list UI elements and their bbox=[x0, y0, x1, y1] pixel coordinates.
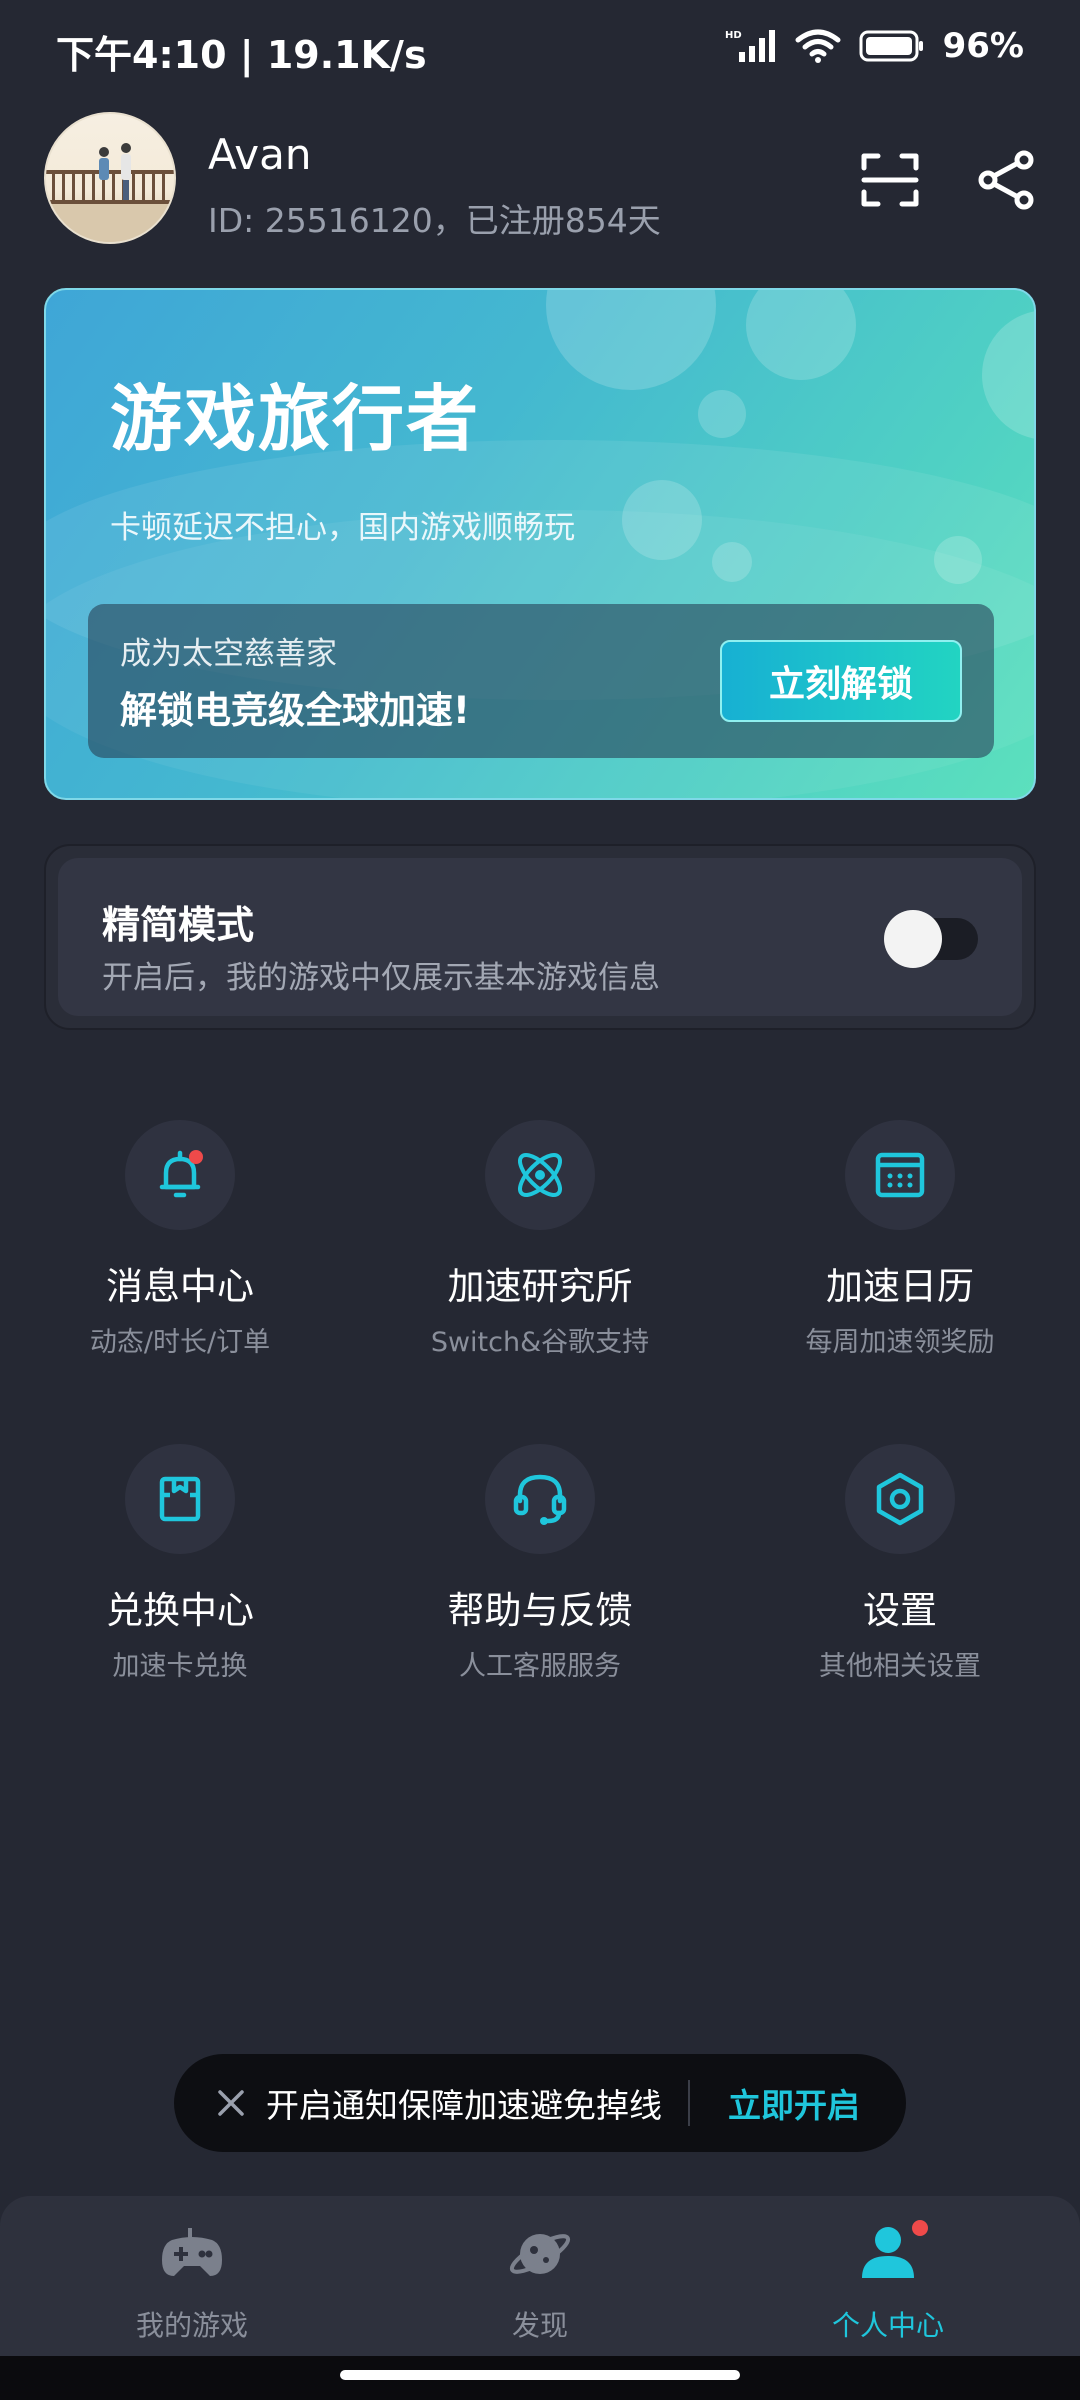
home-indicator[interactable] bbox=[340, 2370, 740, 2380]
promo-line1: 成为太空慈善家 bbox=[120, 636, 337, 672]
toast-text: 开启通知保障加速避免掉线 bbox=[266, 2086, 662, 2125]
banner-bubble bbox=[934, 536, 982, 584]
bottom-nav: 我的游戏 发现 个人中心 bbox=[0, 2196, 1080, 2356]
user-id: ID: 25516120，已注册854天 bbox=[208, 201, 661, 240]
grid-subtitle: 加速卡兑换 bbox=[112, 1651, 248, 1682]
scan-icon[interactable] bbox=[858, 148, 922, 212]
nav-item-profile[interactable]: 个人中心 bbox=[738, 2220, 1038, 2350]
vip-banner[interactable]: 游戏旅行者 卡顿延迟不担心，国内游戏顺畅玩 成为太空慈善家 解锁电竞级全球加速!… bbox=[44, 288, 1036, 800]
banner-bubble bbox=[698, 390, 746, 438]
gift-box-icon bbox=[125, 1444, 235, 1554]
notification-toast: 开启通知保障加速避免掉线 立即开启 bbox=[174, 2054, 906, 2152]
share-icon[interactable] bbox=[974, 148, 1038, 212]
status-icons: HD 96% bbox=[725, 26, 1024, 66]
simple-mode-title: 精简模式 bbox=[102, 903, 255, 947]
grid-item-lab[interactable]: 加速研究所 Switch&谷歌支持 bbox=[390, 1120, 690, 1380]
avatar-illustration bbox=[46, 143, 174, 242]
grid-item-help[interactable]: 帮助与反馈 人工客服服务 bbox=[390, 1444, 690, 1704]
close-icon[interactable] bbox=[214, 2086, 248, 2120]
banner-bubble bbox=[746, 290, 856, 380]
battery-percent: 96% bbox=[942, 26, 1024, 66]
simple-mode-inner: 精简模式 开启后，我的游戏中仅展示基本游戏信息 bbox=[58, 858, 1022, 1016]
simple-mode-toggle[interactable] bbox=[884, 910, 978, 968]
promo-box: 成为太空慈善家 解锁电竞级全球加速! 立刻解锁 bbox=[88, 604, 994, 758]
nav-label: 我的游戏 bbox=[135, 2309, 248, 2342]
grid-item-calendar[interactable]: 加速日历 每周加速领奖励 bbox=[750, 1120, 1050, 1380]
network-badge: HD bbox=[725, 30, 742, 41]
notification-dot bbox=[912, 2220, 928, 2236]
banner-title: 游戏旅行者 bbox=[110, 377, 481, 461]
gamepad-icon bbox=[162, 2228, 222, 2276]
grid-subtitle: 其他相关设置 bbox=[819, 1651, 981, 1682]
grid-item-redeem[interactable]: 兑换中心 加速卡兑换 bbox=[30, 1444, 330, 1704]
atom-icon bbox=[485, 1120, 595, 1230]
grid-title: 设置 bbox=[863, 1589, 937, 1632]
grid-item-messages[interactable]: 消息中心 动态/时长/订单 bbox=[30, 1120, 330, 1380]
nav-label: 个人中心 bbox=[831, 2309, 944, 2342]
promo-line2: 解锁电竞级全球加速! bbox=[120, 689, 470, 732]
avatar[interactable] bbox=[44, 112, 176, 244]
nav-label: 发现 bbox=[511, 2309, 568, 2342]
simple-mode-card: 精简模式 开启后，我的游戏中仅展示基本游戏信息 bbox=[44, 844, 1036, 1030]
nav-item-my-games[interactable]: 我的游戏 bbox=[42, 2220, 342, 2350]
banner-bubble bbox=[712, 542, 752, 582]
grid-title: 加速日历 bbox=[826, 1265, 974, 1308]
grid-subtitle: Switch&谷歌支持 bbox=[430, 1327, 650, 1358]
wifi-icon bbox=[795, 29, 841, 63]
grid-item-settings[interactable]: 设置 其他相关设置 bbox=[750, 1444, 1050, 1704]
banner-subtitle: 卡顿延迟不担心，国内游戏顺畅玩 bbox=[110, 510, 575, 546]
status-time: 下午4:10 | 19.1K/s bbox=[56, 33, 427, 77]
toast-divider bbox=[688, 2080, 690, 2126]
unlock-button[interactable]: 立刻解锁 bbox=[720, 640, 962, 722]
grid-title: 消息中心 bbox=[106, 1265, 254, 1308]
calendar-icon bbox=[845, 1120, 955, 1230]
bell-icon bbox=[125, 1120, 235, 1230]
battery-icon bbox=[859, 30, 923, 62]
grid-subtitle: 动态/时长/订单 bbox=[89, 1327, 271, 1358]
grid-subtitle: 每周加速领奖励 bbox=[805, 1327, 995, 1358]
banner-bubble bbox=[546, 290, 716, 390]
grid-subtitle: 人工客服服务 bbox=[459, 1651, 621, 1682]
banner-bubble bbox=[982, 310, 1034, 440]
simple-mode-description: 开启后，我的游戏中仅展示基本游戏信息 bbox=[102, 960, 660, 996]
nav-item-discover[interactable]: 发现 bbox=[390, 2220, 690, 2350]
headset-icon bbox=[485, 1444, 595, 1554]
toggle-knob bbox=[884, 910, 942, 968]
banner-bubble bbox=[622, 480, 702, 560]
planet-icon bbox=[509, 2234, 571, 2274]
enable-notifications-button[interactable]: 立即开启 bbox=[728, 2079, 860, 2127]
signal-icon: HD bbox=[725, 30, 775, 62]
grid-title: 加速研究所 bbox=[447, 1265, 633, 1308]
grid-title: 帮助与反馈 bbox=[447, 1589, 633, 1632]
grid-title: 兑换中心 bbox=[106, 1589, 254, 1632]
settings-icon bbox=[845, 1444, 955, 1554]
username: Avan bbox=[208, 130, 312, 179]
